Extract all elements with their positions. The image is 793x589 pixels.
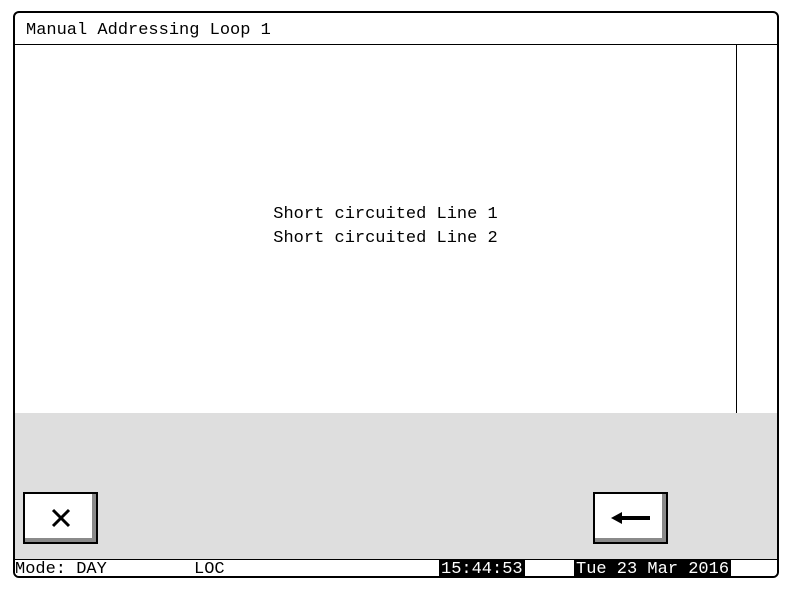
- arrow-left-icon: [610, 512, 650, 524]
- clock-date: Tue 23 Mar 2016: [574, 560, 732, 578]
- scrollbar[interactable]: [736, 45, 777, 413]
- close-x-icon: [51, 508, 70, 528]
- clock-time: 15:44:53: [439, 560, 525, 578]
- location-indicator: LOC: [194, 560, 225, 578]
- window-title: Manual Addressing Loop 1: [26, 21, 271, 40]
- message-line-2: Short circuited Line 2: [273, 229, 498, 248]
- cancel-button[interactable]: [23, 492, 98, 544]
- button-panel: [15, 413, 777, 559]
- message-line-1: Short circuited Line 1: [273, 205, 498, 224]
- back-button[interactable]: [593, 492, 668, 544]
- title-bar: Manual Addressing Loop 1: [15, 13, 777, 45]
- status-bar: Mode: DAY LOC 15:44:53 Tue 23 Mar 2016: [15, 559, 777, 578]
- main-window: Manual Addressing Loop 1 Short circuited…: [13, 11, 779, 578]
- mode-indicator: Mode: DAY: [15, 560, 107, 578]
- message-area: Short circuited Line 1 Short circuited L…: [15, 45, 736, 413]
